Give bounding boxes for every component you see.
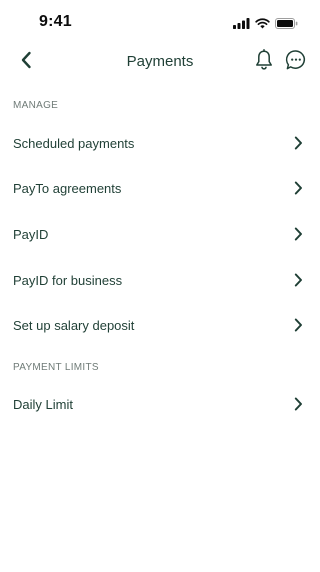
section-label-manage: MANAGE xyxy=(13,100,59,111)
nav-header: Payments xyxy=(0,46,320,78)
chevron-right-icon xyxy=(292,135,304,151)
chevron-right-icon xyxy=(292,226,304,242)
list-item-label: PayTo agreements xyxy=(13,180,122,196)
signal-icon xyxy=(233,16,250,34)
bell-icon xyxy=(255,48,273,76)
list-item-label: PayID for business xyxy=(13,272,123,288)
wifi-icon xyxy=(255,16,270,34)
chat-bubble-icon xyxy=(285,49,307,76)
status-bar: 9:41 xyxy=(0,0,320,46)
notifications-button[interactable] xyxy=(253,48,275,76)
list-item-label: Scheduled payments xyxy=(13,135,135,151)
list-item-payid[interactable]: PayID xyxy=(0,211,320,257)
list-item-scheduled-payments[interactable]: Scheduled payments xyxy=(0,120,320,166)
battery-icon xyxy=(275,16,298,34)
chevron-right-icon xyxy=(292,272,304,288)
section-label-payment-limits: PAYMENT LIMITS xyxy=(13,362,99,373)
list-item-label: Daily Limit xyxy=(13,396,73,412)
chat-button[interactable] xyxy=(284,49,308,75)
status-time: 9:41 xyxy=(39,13,72,30)
list-item-payto-agreements[interactable]: PayTo agreements xyxy=(0,165,320,211)
chevron-right-icon xyxy=(292,317,304,333)
chevron-right-icon xyxy=(292,396,304,412)
list-item-label: Set up salary deposit xyxy=(13,317,135,333)
list-item-salary-deposit[interactable]: Set up salary deposit xyxy=(0,302,320,348)
status-icons xyxy=(233,16,298,34)
chevron-right-icon xyxy=(292,180,304,196)
list-item-payid-for-business[interactable]: PayID for business xyxy=(0,257,320,303)
list-item-daily-limit[interactable]: Daily Limit xyxy=(0,381,320,427)
payments-screen: 9:41 Payments MANAGE Scheduled payments … xyxy=(0,0,320,572)
list-item-label: PayID xyxy=(13,226,49,242)
